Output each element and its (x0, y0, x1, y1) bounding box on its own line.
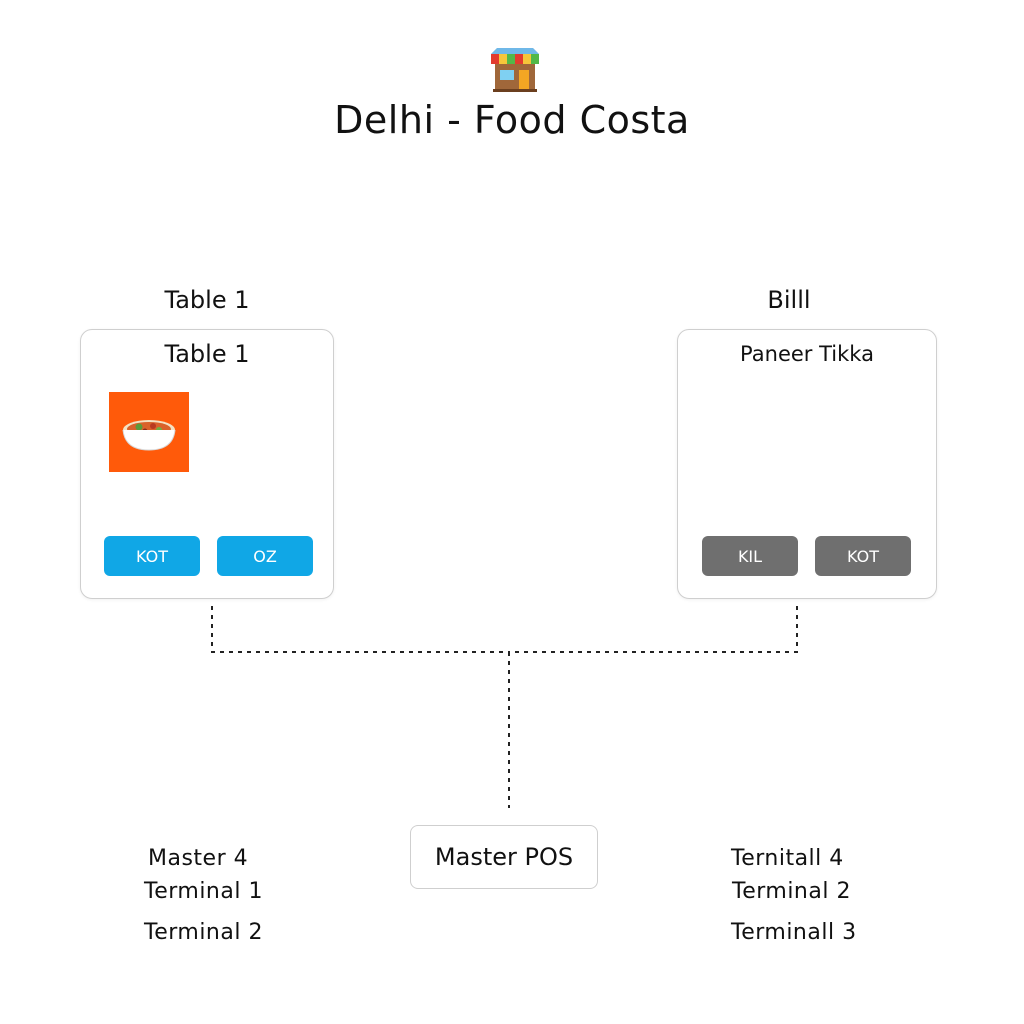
table-card[interactable]: Table 1 KOT OZ (80, 329, 334, 599)
kil-button[interactable]: KIL (702, 536, 798, 576)
connector-left (211, 606, 509, 653)
connector-right (509, 606, 798, 653)
master-pos-label: Master POS (434, 843, 574, 871)
bill-card-title: Paneer Tikka (740, 342, 874, 366)
table-card-title: Table 1 (164, 340, 250, 368)
left-terminal-label: Terminal 1 (144, 879, 263, 904)
right-terminal-label: Terminall 3 (731, 920, 857, 945)
page-title: Delhi - Food Costa (334, 98, 690, 142)
kot-button[interactable]: KOT (104, 536, 200, 576)
kot-button-bill[interactable]: KOT (815, 536, 911, 576)
right-terminal-label: Ternitall 4 (731, 846, 844, 871)
left-terminal-label: Master 4 (148, 846, 249, 871)
right-panel-heading: Billl (767, 286, 811, 314)
storefront-icon (491, 48, 539, 92)
left-panel-heading: Table 1 (164, 286, 250, 314)
curry-bowl-icon (109, 392, 189, 472)
bill-card[interactable]: Paneer Tikka KIL KOT (677, 329, 937, 599)
right-terminal-label: Terminal 2 (732, 879, 851, 904)
master-pos-box[interactable]: Master POS (410, 825, 598, 889)
oz-button[interactable]: OZ (217, 536, 313, 576)
left-terminal-label: Terminal 2 (144, 920, 263, 945)
